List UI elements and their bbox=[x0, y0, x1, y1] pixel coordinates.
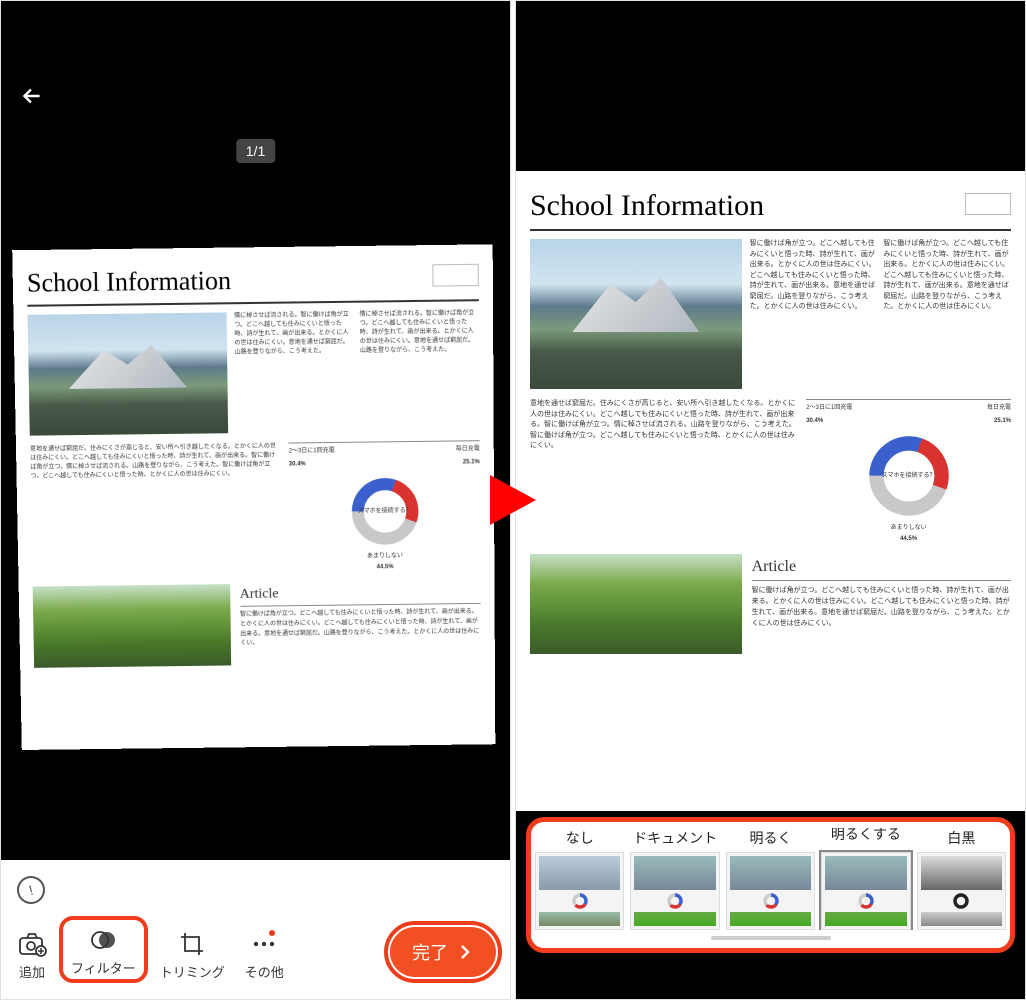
drag-handle-icon[interactable] bbox=[711, 936, 831, 940]
feedback-icon[interactable]: ! bbox=[14, 873, 48, 907]
filter-button[interactable]: フィルター bbox=[59, 916, 148, 983]
filter-option-brighten[interactable]: 明るく bbox=[726, 828, 815, 930]
doc-donut-chart: 2～3日に1回充電毎日充電 30.4%25.1% スマホを接続する？ あまりしな… bbox=[288, 440, 480, 573]
filter-option-none[interactable]: なし bbox=[535, 828, 624, 930]
doc-photo-tree bbox=[33, 584, 231, 668]
footer-toolbar: ! 追加 フィルター bbox=[1, 860, 510, 999]
scanned-document-preview[interactable]: School Information 智に働けば角が立つ。どこへ越しても住みにく… bbox=[516, 171, 1025, 811]
more-button[interactable]: その他 bbox=[237, 924, 292, 983]
transition-arrow-icon bbox=[488, 473, 538, 527]
doc-title: School Information bbox=[27, 263, 479, 307]
filter-selection-panel: なし ドキュメント 明るく 明るくする 白黒 bbox=[526, 817, 1015, 953]
doc-photo-tree bbox=[530, 554, 742, 654]
scanned-document-preview[interactable]: School Information 情に棹させば流される。智に働けば角が立つ。… bbox=[12, 244, 495, 750]
phone-left-before: 1/1 School Information 情に棹させば流される。智に働けば角… bbox=[0, 0, 511, 1000]
doc-title: School Information bbox=[530, 189, 1011, 231]
doc-donut-chart: 2～3日に1回充電毎日充電 30.4%25.1% スマホを接続する？ あまりしな… bbox=[806, 399, 1011, 544]
phone-right-after: School Information 智に働けば角が立つ。どこへ越しても住みにく… bbox=[515, 0, 1026, 1000]
back-button[interactable] bbox=[19, 83, 45, 114]
done-button[interactable]: 完了 bbox=[390, 927, 496, 977]
doc-photo-mountain bbox=[530, 239, 742, 389]
crop-button[interactable]: トリミング bbox=[152, 924, 233, 983]
doc-photo-mountain bbox=[28, 312, 228, 435]
filter-option-brighten-more[interactable]: 明るくする bbox=[821, 828, 910, 930]
notification-dot-icon bbox=[269, 930, 275, 936]
filter-option-bw[interactable]: 白黒 bbox=[917, 828, 1006, 930]
filter-option-document[interactable]: ドキュメント bbox=[630, 828, 719, 930]
page-counter: 1/1 bbox=[236, 139, 275, 163]
add-button[interactable]: 追加 bbox=[9, 924, 55, 983]
header-area: 1/1 bbox=[1, 1, 510, 181]
